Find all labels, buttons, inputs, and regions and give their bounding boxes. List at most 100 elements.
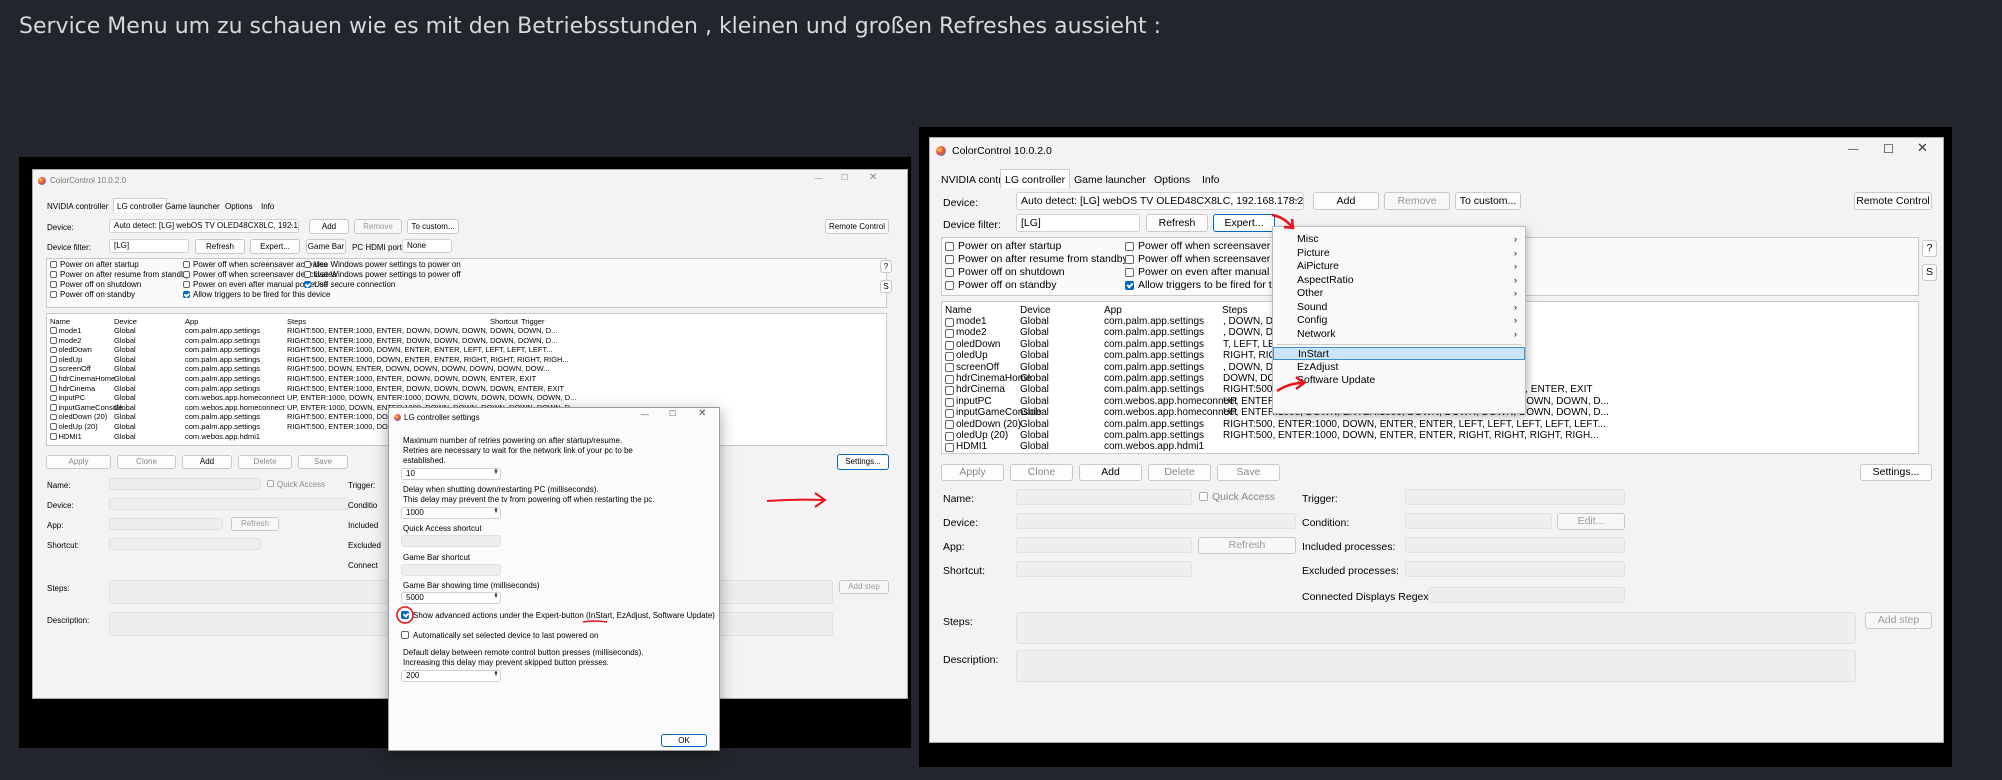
option-checkbox[interactable] <box>304 261 311 268</box>
close-icon[interactable]: ✕ <box>698 408 706 419</box>
column-header[interactable]: Trigger <box>521 317 544 326</box>
connected-displays-input[interactable] <box>1428 587 1625 603</box>
minimize-icon[interactable]: — <box>815 174 823 183</box>
add-action-button[interactable]: Add <box>182 455 232 469</box>
refresh-button[interactable]: Refresh <box>195 239 245 254</box>
included-processes-input[interactable] <box>1405 537 1625 553</box>
option-checkbox-checked[interactable] <box>304 281 311 288</box>
shortcut-input[interactable] <box>1016 561 1192 577</box>
device-filter-input[interactable]: [LG] <box>109 239 189 253</box>
option-checkbox[interactable] <box>50 291 57 298</box>
maximize-icon[interactable]: ☐ <box>669 409 676 418</box>
option-checkbox[interactable] <box>183 271 190 278</box>
app-select[interactable] <box>109 518 223 530</box>
tab-options[interactable]: Options <box>225 202 253 211</box>
table-row[interactable]: oledUp Global com.palm.app.settings RIGHT:5… <box>47 355 886 365</box>
menu-item-sound[interactable]: Sound › <box>1273 301 1525 314</box>
close-icon[interactable]: ✕ <box>869 172 877 183</box>
row-checkbox[interactable] <box>50 404 57 411</box>
row-checkbox[interactable] <box>50 365 57 373</box>
device-select[interactable]: Auto detect: [LG] webOS TV OLED48CX8LC, … <box>109 219 299 233</box>
spinner-icon[interactable]: ▲ ▼ <box>492 593 500 603</box>
option-checkbox[interactable] <box>183 261 190 268</box>
pc-hdmi-select[interactable]: None <box>402 239 452 253</box>
game-bar-shortcut-input[interactable] <box>401 564 501 576</box>
description-input[interactable] <box>1016 650 1856 682</box>
clone-button[interactable]: Clone <box>1010 464 1073 481</box>
help-button[interactable]: ? <box>880 260 892 273</box>
menu-item-network[interactable]: Network › <box>1273 328 1525 341</box>
row-checkbox[interactable] <box>945 397 954 407</box>
save-button[interactable]: Save <box>1217 464 1280 481</box>
menu-item-misc[interactable]: Misc › <box>1273 233 1525 246</box>
shortcut-input[interactable] <box>109 538 261 550</box>
remote-control-button[interactable]: Remote Control <box>825 219 889 234</box>
steps-input[interactable] <box>1016 612 1856 644</box>
refresh-button[interactable]: Refresh <box>1146 214 1208 232</box>
add-device-button[interactable]: Add <box>309 219 349 234</box>
device-select[interactable]: Auto detect: [LG] webOS TV OLED48CX8LC, … <box>1016 192 1304 210</box>
menu-item-other[interactable]: Other › <box>1273 287 1525 300</box>
expert-button[interactable]: Expert... <box>1213 214 1275 232</box>
to-custom-button[interactable]: To custom... <box>1455 192 1521 210</box>
column-header[interactable]: Device <box>1020 305 1051 316</box>
column-header[interactable]: Name <box>945 305 972 316</box>
table-row[interactable]: oledDown (20) Global com.palm.app.settings… <box>942 419 1918 430</box>
row-checkbox[interactable] <box>50 413 57 421</box>
table-row[interactable]: HDMI1 Global com.webos.app.hdmi1 <box>942 441 1918 452</box>
option-checkbox[interactable] <box>1125 268 1134 277</box>
spinner-icon[interactable]: ▲ ▼ <box>492 469 500 479</box>
spinner-icon[interactable]: ▲ ▼ <box>492 508 500 518</box>
save-button[interactable]: Save <box>298 455 348 469</box>
table-row[interactable]: mode1 Global com.palm.app.settings RIGHT:50… <box>47 326 886 336</box>
option-checkbox[interactable] <box>945 242 954 251</box>
table-row[interactable]: oledDown Global com.palm.app.settings RIGHT… <box>47 345 886 355</box>
remove-device-button[interactable]: Remove <box>1384 192 1450 210</box>
table-row[interactable]: hdrCinema Global com.palm.app.settings RIGH… <box>47 384 886 394</box>
column-header[interactable]: Steps <box>287 317 306 326</box>
expert-button[interactable]: Expert... <box>250 239 300 254</box>
row-checkbox[interactable] <box>945 317 954 327</box>
device-filter-input[interactable]: [LG] <box>1016 214 1140 232</box>
menu-item-picture[interactable]: Picture › <box>1273 247 1525 260</box>
column-header[interactable]: Shortcut <box>490 317 518 326</box>
help-button[interactable]: ? <box>1922 240 1937 257</box>
row-checkbox[interactable] <box>945 443 954 453</box>
row-checkbox[interactable] <box>50 394 57 402</box>
menu-item-aipicture[interactable]: AiPicture › <box>1273 260 1525 273</box>
option-checkbox-checked[interactable] <box>1125 281 1134 290</box>
row-checkbox[interactable] <box>945 329 954 339</box>
apply-button[interactable]: Apply <box>46 455 111 469</box>
column-header[interactable]: App <box>185 317 198 326</box>
delete-button[interactable]: Delete <box>1148 464 1211 481</box>
column-header[interactable]: Steps <box>1222 305 1248 316</box>
status-button[interactable]: S <box>1922 264 1937 281</box>
option-checkbox[interactable] <box>183 281 190 288</box>
quick-access-checkbox[interactable] <box>267 480 274 487</box>
option-checkbox[interactable] <box>50 261 57 268</box>
ok-button[interactable]: OK <box>661 734 707 747</box>
menu-item-instart[interactable]: InStart <box>1273 347 1525 360</box>
shutdown-delay-input[interactable]: 1000 ▲ ▼ <box>401 507 501 519</box>
tab-game-launcher[interactable]: Game launcher <box>165 202 220 211</box>
option-checkbox[interactable] <box>50 281 57 288</box>
app-refresh-button[interactable]: Refresh <box>1198 537 1296 554</box>
quick-access-shortcut-input[interactable] <box>401 535 501 547</box>
tab-lg[interactable]: LG controller <box>1000 169 1071 188</box>
minimize-icon[interactable]: — <box>1848 143 1859 155</box>
option-checkbox[interactable] <box>304 271 311 278</box>
menu-item-config[interactable]: Config › <box>1273 314 1525 327</box>
quick-access-checkbox[interactable] <box>1199 492 1208 501</box>
condition-input[interactable] <box>1405 513 1552 529</box>
column-header[interactable]: Device <box>114 317 137 326</box>
tab-options[interactable]: Options <box>1154 174 1190 186</box>
row-checkbox[interactable] <box>945 340 954 350</box>
menu-item-ezadjust[interactable]: EzAdjust <box>1273 361 1525 374</box>
add-step-button[interactable]: Add step <box>1865 612 1932 629</box>
trigger-select[interactable] <box>1405 489 1625 505</box>
row-checkbox[interactable] <box>50 375 57 382</box>
option-checkbox[interactable] <box>945 281 954 290</box>
row-checkbox[interactable] <box>945 351 954 361</box>
add-action-button[interactable]: Add <box>1079 464 1142 481</box>
game-bar-button[interactable]: Game Bar <box>306 239 346 254</box>
